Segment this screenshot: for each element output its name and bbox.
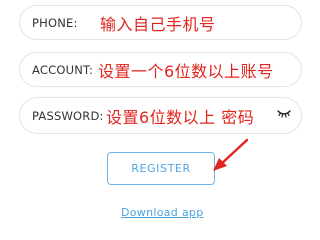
- password-label: PASSWORD:: [32, 108, 104, 123]
- account-label: ACCOUNT:: [32, 62, 94, 77]
- phone-annotation: 输入自己手机号: [100, 14, 216, 34]
- phone-label: PHONE:: [32, 15, 78, 30]
- phone-field[interactable]: PHONE: 输入自己手机号: [19, 5, 302, 40]
- eye-closed-icon[interactable]: [277, 108, 291, 120]
- download-app-link[interactable]: Download app: [121, 206, 203, 219]
- account-annotation: 设置一个6位数以上账号: [98, 61, 274, 81]
- red-arrow-annotation: [213, 138, 249, 171]
- account-field[interactable]: ACCOUNT: 设置一个6位数以上账号: [19, 52, 302, 87]
- password-annotation: 设置6位数以上 密码: [106, 107, 255, 127]
- register-button[interactable]: REGISTER: [107, 152, 215, 185]
- password-field[interactable]: PASSWORD: 设置6位数以上 密码: [19, 97, 302, 134]
